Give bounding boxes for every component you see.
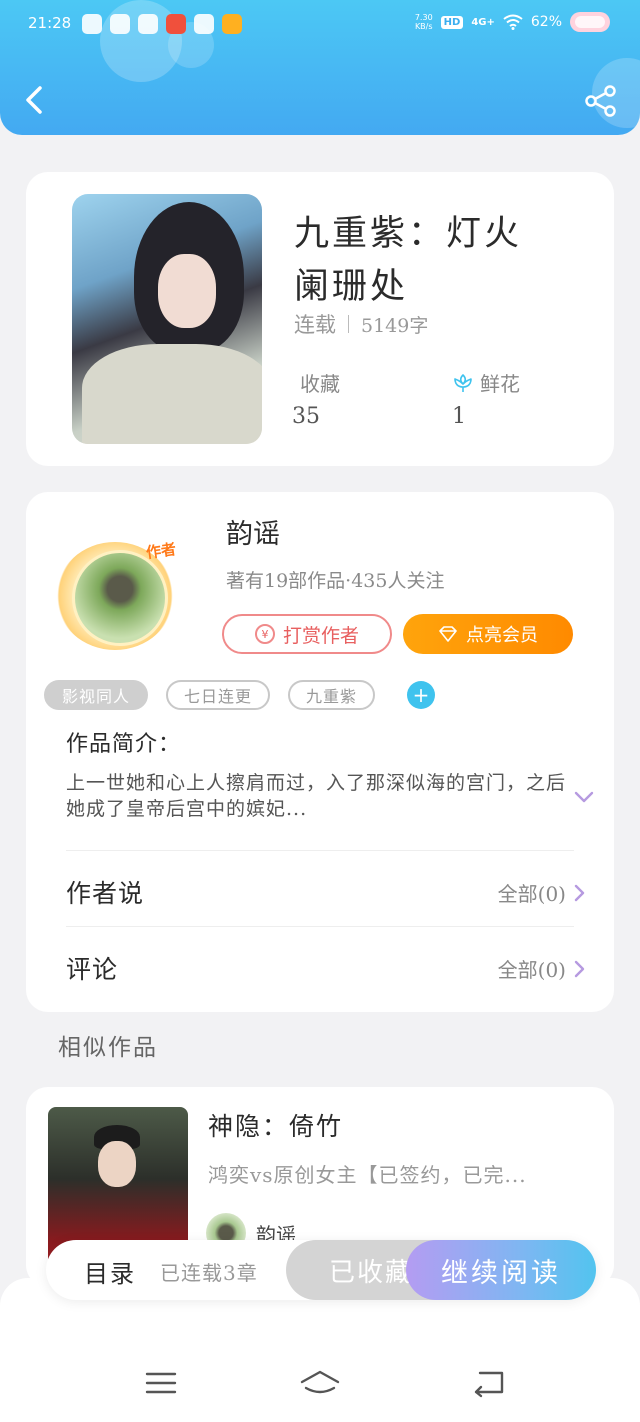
battery-percent: 62% (530, 14, 562, 30)
toc-button[interactable]: 目录 (84, 1254, 136, 1289)
reward-author-button[interactable]: ¥ 打赏作者 (222, 614, 392, 654)
book-cover[interactable] (72, 194, 262, 444)
menu-icon[interactable] (144, 1368, 178, 1398)
intro-text[interactable]: 上一世她和心上人擦肩而过，入了那深似海的宫门，之后她成了皇帝后宫中的嫔妃... (66, 770, 566, 822)
home-icon[interactable] (298, 1368, 342, 1398)
similar-section-title: 相似作品 (58, 1035, 158, 1061)
comments-count: 全部(0) (497, 958, 566, 982)
app-notification-icon (194, 14, 214, 34)
meta-divider (348, 315, 349, 333)
net-speed: 7.30 KB/s (415, 13, 433, 31)
net-speed-unit: KB/s (414, 22, 433, 31)
author-says-label[interactable]: 作者说 (66, 874, 144, 910)
notification-icons (82, 14, 242, 34)
back-nav-icon[interactable] (472, 1368, 506, 1398)
author-says-all[interactable]: 全部(0) (498, 878, 586, 907)
net-speed-value: 7.30 (414, 13, 433, 22)
chevron-right-icon (574, 884, 585, 901)
flowers-value: 1 (452, 404, 466, 429)
wifi-icon (503, 14, 523, 30)
diamond-icon (439, 626, 457, 642)
share-icon[interactable] (584, 84, 618, 118)
add-tag-button[interactable]: + (407, 681, 436, 709)
author-says-count: 全部(0) (497, 882, 566, 906)
tag-chip[interactable]: 七日连更 (166, 680, 271, 710)
book-info-card: 九重紫：灯火阑珊处 连载 5149字 收藏 35 鲜花 1 (26, 172, 614, 466)
intro-title: 作品简介： (66, 732, 182, 757)
battery-icon (570, 12, 610, 32)
status-bar: 21:28 7.30 KB/s HD 4G+ 62% (0, 0, 640, 50)
avatar-image (72, 550, 168, 646)
book-status: 连载 (294, 313, 336, 337)
author-avatar[interactable]: 作者 (54, 534, 184, 654)
author-badge: 作者 (144, 539, 178, 562)
signal-icon: 4G+ (471, 16, 495, 28)
hd-icon: HD (440, 15, 464, 29)
favorites-label: 收藏 (300, 372, 340, 396)
flowers-label-wrap[interactable]: 鲜花 (452, 368, 520, 397)
cover-figure-face (98, 1141, 136, 1187)
comments-all[interactable]: 全部(0) (498, 954, 586, 983)
app-notification-icon (138, 14, 158, 34)
author-card: 作者 韵谣 著有19部作品·435人关注 ¥ 打赏作者 点亮会员 影视同人 七日… (26, 492, 614, 1012)
tag-chip[interactable]: 影视同人 (44, 680, 149, 710)
similar-book-desc: 鸿奕vs原创女主【已签约，已完... (208, 1163, 527, 1187)
reading-action-bar: 目录 已连载3章 已收藏 继续阅读 (46, 1240, 596, 1300)
tag-list: 影视同人 七日连更 九重紫 + (44, 680, 436, 710)
app-notification-icon (110, 14, 130, 34)
chapter-count: 已连载3章 (160, 1261, 258, 1285)
author-info: 著有19部作品·435人关注 (226, 570, 445, 592)
reward-label: 打赏作者 (282, 624, 359, 647)
similar-book-title: 神隐：倚竹 (208, 1112, 344, 1141)
vip-button[interactable]: 点亮会员 (403, 614, 573, 654)
flower-icon (454, 373, 472, 392)
chevron-down-icon[interactable] (572, 788, 596, 806)
vip-label: 点亮会员 (466, 625, 538, 646)
cover-figure-robe (82, 344, 262, 444)
author-name[interactable]: 韵谣 (226, 512, 280, 551)
yen-icon: ¥ (254, 624, 275, 644)
app-notification-icon (222, 14, 242, 34)
book-meta: 连载 5149字 (294, 309, 428, 339)
back-icon[interactable] (18, 82, 54, 118)
app-notification-icon (82, 14, 102, 34)
cover-figure-face (158, 254, 216, 328)
divider (66, 850, 574, 851)
tag-chip[interactable]: 九重紫 (288, 680, 376, 710)
app-notification-icon (166, 14, 186, 34)
status-right: 7.30 KB/s HD 4G+ 62% (415, 12, 610, 32)
continue-reading-button[interactable]: 继续阅读 (406, 1240, 596, 1300)
chevron-right-icon (574, 960, 585, 977)
status-time: 21:28 (28, 14, 72, 32)
divider (66, 926, 574, 927)
book-title: 九重紫：灯火阑珊处 (294, 214, 523, 307)
word-count: 5149字 (361, 314, 429, 337)
favorites-value: 35 (292, 404, 320, 429)
comments-label[interactable]: 评论 (66, 950, 118, 986)
flowers-label: 鲜花 (480, 372, 520, 396)
header-bar: 21:28 7.30 KB/s HD 4G+ 62% (0, 0, 640, 135)
